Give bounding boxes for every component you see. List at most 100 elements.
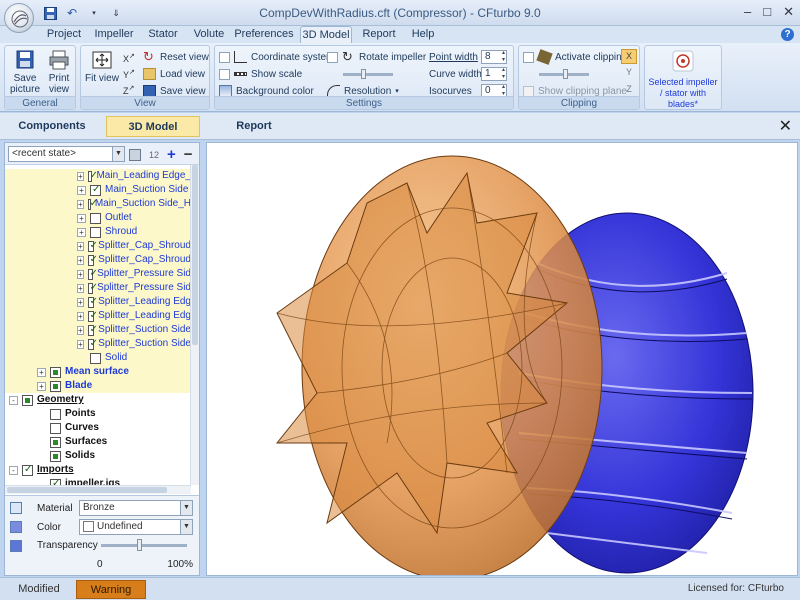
expand-icon[interactable]: + [77,255,84,265]
tab-preferences[interactable]: Preferences [234,26,294,43]
tree-node-checkbox[interactable] [87,197,99,211]
tree-vertical-scrollbar[interactable] [190,165,199,485]
collapse-icon[interactable]: - [9,465,18,475]
tree-node-checkbox[interactable] [90,352,101,364]
tree-node-checkbox[interactable] [50,366,61,378]
tree-node-checkbox[interactable] [87,295,99,309]
recent-state-dropdown[interactable]: <recent state> ▼ [8,146,125,162]
tab-volute[interactable]: Volute [190,26,228,43]
tab-3d-model[interactable]: 3D Model [300,26,352,43]
show-scale-option[interactable]: Show scale [219,67,302,81]
tree-node[interactable]: + Splitter_Pressure Sid [5,267,191,281]
tree-node[interactable]: + Splitter_Cap_Shroud [5,253,191,267]
tree-node-checkbox[interactable] [50,422,61,434]
tab-stator[interactable]: Stator [145,26,181,43]
clip-axis-y-button[interactable]: Y [621,66,637,81]
fit-view-button[interactable]: Fit view [85,50,119,84]
remove-state-icon[interactable]: − [184,146,193,163]
tree-node[interactable]: impeller.igs [5,477,191,485]
tree-node[interactable]: Curves [5,421,191,435]
tree-node[interactable]: + Splitter_Leading Edg [5,309,191,323]
curve-width-stepper[interactable]: 1 [481,67,507,81]
show-clipping-plane-checkbox[interactable] [523,85,534,97]
tree-node-checkbox[interactable] [87,323,99,337]
tree-node[interactable]: + Outlet [5,211,191,225]
tab-components[interactable]: Components [4,116,100,137]
tree-node[interactable]: Points [5,407,191,421]
tree-node-checkbox[interactable] [50,450,61,462]
tab-impeller[interactable]: Impeller [92,26,136,43]
expand-icon[interactable]: + [77,339,84,349]
reset-view-button[interactable]: ↻ Reset view [143,50,209,64]
tree-node-checkbox[interactable] [87,337,99,351]
app-menu-button[interactable] [4,3,34,33]
rotate-impeller-checkbox[interactable] [327,51,338,63]
print-view-button[interactable]: Print view [43,50,75,95]
status-warning[interactable]: Warning [76,580,146,599]
rotate-impeller-option[interactable]: ↻ Rotate impeller [327,50,426,64]
tab-project[interactable]: Project [44,26,84,43]
expand-icon[interactable]: + [77,269,84,279]
tree-node-checkbox[interactable] [22,463,33,477]
tree-node[interactable]: + Splitter_Leading Edg [5,295,191,309]
add-state-icon[interactable]: + [167,146,176,163]
collapse-icon[interactable]: - [9,395,18,405]
activate-clipping-checkbox[interactable] [523,51,534,63]
point-width-stepper[interactable]: 8 [481,50,507,64]
coordinate-system-checkbox[interactable] [219,51,230,63]
help-icon[interactable]: ? [781,28,794,41]
tree-node[interactable]: + Main_Suction Side_H [5,197,191,211]
tree-node[interactable]: - Imports [5,463,191,477]
minimize-button[interactable]: – [744,4,751,20]
tree-node-checkbox[interactable] [90,226,101,238]
expand-icon[interactable]: + [77,213,86,223]
tree-node-checkbox[interactable] [87,267,99,281]
tree-node[interactable]: + Splitter_Pressure Sid [5,281,191,295]
save-state-icon[interactable] [129,148,141,161]
tab-report[interactable]: Report [360,26,398,43]
tree-node-checkbox[interactable] [87,239,99,253]
tree-node-checkbox[interactable] [87,281,99,295]
show-scale-checkbox[interactable] [219,68,230,80]
tree-node-checkbox[interactable] [22,394,33,406]
tree-node-checkbox[interactable] [87,253,99,267]
tree-node[interactable]: Solid [5,351,191,365]
tab-3d-model-view[interactable]: 3D Model [106,116,200,137]
color-dropdown[interactable]: Undefined ▼ [79,519,193,535]
expand-icon[interactable]: + [37,367,46,377]
clipping-position-slider[interactable] [539,67,589,81]
expand-icon[interactable]: + [77,283,84,293]
3d-viewport[interactable] [206,142,798,576]
load-view-button[interactable]: Load view [143,67,205,81]
tree-node[interactable]: Surfaces [5,435,191,449]
tree-node-checkbox[interactable] [87,309,99,323]
expand-icon[interactable]: + [77,297,84,307]
selected-component-button[interactable]: Selected impeller / stator with blades* [647,48,719,109]
tree-node[interactable]: + Main_Leading Edge_ [5,169,191,183]
tree-node[interactable]: Solids [5,449,191,463]
close-view-icon[interactable]: ✕ [779,116,792,136]
close-window-button[interactable]: ✕ [783,4,794,20]
tree-node[interactable]: + Splitter_Suction Side [5,337,191,351]
expand-icon[interactable]: + [77,241,84,251]
tree-node[interactable]: + Main_Suction Side [5,183,191,197]
maximize-button[interactable]: □ [763,4,771,20]
expand-icon[interactable]: + [77,171,84,181]
rotation-speed-slider[interactable] [343,67,393,81]
expand-icon[interactable]: + [77,325,84,335]
tree-node-checkbox[interactable] [90,212,101,224]
tab-report-view[interactable]: Report [206,116,302,137]
coordinate-system-option[interactable]: Coordinate system [219,50,334,64]
expand-icon[interactable]: + [77,185,86,195]
clip-axis-x-button[interactable]: X [621,49,637,64]
expand-icon[interactable]: + [77,227,86,237]
activate-clipping-option[interactable]: Activate clipping [523,49,627,65]
tree-node[interactable]: + Splitter_Suction Side [5,323,191,337]
tree-node-checkbox[interactable] [90,183,101,197]
tree-horizontal-scrollbar[interactable] [5,485,191,494]
expand-icon[interactable]: + [37,381,46,391]
material-dropdown[interactable]: Bronze ▼ [79,500,193,516]
tree-node[interactable]: + Splitter_Cap_Shroud [5,239,191,253]
expand-icon[interactable]: + [77,311,84,321]
tree-node[interactable]: + Shroud [5,225,191,239]
